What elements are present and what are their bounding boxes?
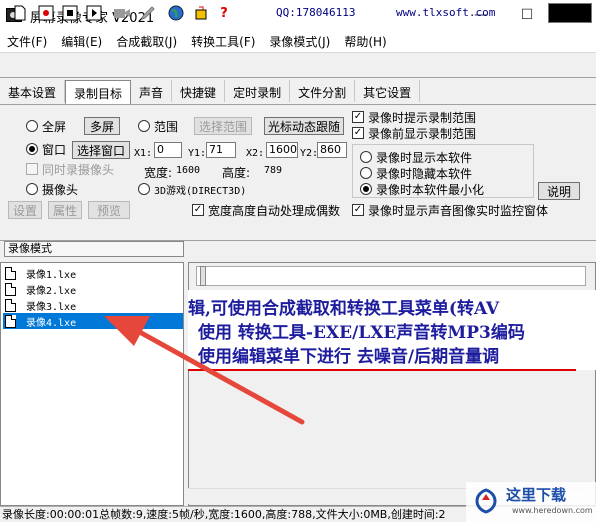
explain-button[interactable]: 说明 bbox=[538, 182, 580, 200]
menu-file[interactable]: 文件(F) bbox=[0, 30, 54, 52]
pen-icon[interactable] bbox=[138, 3, 158, 23]
camera-radio[interactable] bbox=[26, 183, 38, 195]
menu-record-mode[interactable]: 录像模式(J) bbox=[262, 30, 337, 52]
show-software-radio[interactable] bbox=[360, 151, 372, 163]
auto-even-checkbox[interactable]: ✓ bbox=[192, 204, 204, 216]
camera-sync-checkbox[interactable] bbox=[26, 163, 38, 175]
audio-monitor-label: 录像时显示声音图像实时监控窗体 bbox=[368, 204, 549, 218]
y1-label: Y1: bbox=[188, 148, 207, 159]
show-before-label: 录像前显示录制范围 bbox=[368, 127, 477, 141]
hide-software-radio[interactable] bbox=[360, 167, 372, 179]
record-mode-tab[interactable]: 录像模式 bbox=[4, 241, 184, 257]
tab-sound[interactable]: 声音 bbox=[131, 80, 173, 102]
x1-label: X1: bbox=[134, 148, 153, 159]
menu-help[interactable]: 帮助(H) bbox=[337, 30, 393, 52]
watermark-logo-icon bbox=[475, 488, 497, 514]
annotation-arrow bbox=[104, 316, 305, 425]
width-label: 宽度: bbox=[144, 166, 173, 180]
auto-even-label: 宽度高度自动处理成偶数 bbox=[208, 204, 341, 218]
stop-icon[interactable] bbox=[60, 3, 80, 23]
tab-strip: 基本设置 录制目标 声音 快捷键 定时录制 文件分割 其它设置 bbox=[0, 80, 596, 104]
qq-label: QQ:178046113 bbox=[276, 6, 356, 19]
camera-sync-label: 同时录摄像头 bbox=[42, 163, 115, 177]
hint-range-checkbox[interactable]: ✓ bbox=[352, 111, 364, 123]
tab-record-target[interactable]: 录制目标 bbox=[65, 80, 132, 104]
maximize-button[interactable]: ☐ bbox=[504, 0, 550, 30]
tab-file-split[interactable]: 文件分割 bbox=[290, 80, 356, 102]
file-name: 录像1.lxe bbox=[26, 269, 77, 281]
y1-field[interactable]: 71 bbox=[206, 142, 236, 158]
select-window-button[interactable]: 选择窗口 bbox=[72, 141, 130, 159]
window-label: 窗口 bbox=[42, 143, 67, 157]
watermark-title: 这里下载 bbox=[506, 486, 567, 504]
menu-edit[interactable]: 编辑(E) bbox=[54, 30, 109, 52]
globe-icon[interactable] bbox=[166, 3, 186, 23]
play-icon[interactable] bbox=[84, 3, 104, 23]
playback-slider[interactable] bbox=[196, 266, 586, 286]
file-name: 录像3.lxe bbox=[26, 301, 77, 313]
hint-range-label: 录像时提示录制范围 bbox=[368, 111, 477, 125]
tab-other-settings[interactable]: 其它设置 bbox=[355, 80, 421, 102]
record-status-indicator bbox=[548, 3, 592, 23]
record-icon[interactable] bbox=[36, 3, 56, 23]
show-software-label: 录像时显示本软件 bbox=[376, 151, 473, 165]
preview-button[interactable]: 预览 bbox=[88, 201, 130, 219]
slider-thumb[interactable] bbox=[200, 266, 206, 286]
cursor-follow-button[interactable]: 光标动态跟随 bbox=[264, 117, 344, 135]
menu-convert[interactable]: 转换工具(F) bbox=[184, 30, 262, 52]
settings-button[interactable]: 设置 bbox=[8, 201, 42, 219]
paint-icon[interactable] bbox=[192, 3, 212, 23]
show-before-checkbox[interactable]: ✓ bbox=[352, 127, 364, 139]
y2-label: Y2: bbox=[300, 148, 319, 159]
tab-scheduled-record[interactable]: 定时录制 bbox=[225, 80, 291, 102]
toolbar bbox=[0, 52, 596, 78]
x2-field[interactable]: 1600 bbox=[266, 142, 298, 158]
range-radio[interactable] bbox=[138, 120, 150, 132]
new-file-icon[interactable] bbox=[10, 3, 30, 23]
select-range-button[interactable]: 选择范围 bbox=[194, 117, 252, 135]
game3d-label: 3D游戏(DIRECT3D) bbox=[154, 186, 247, 197]
document-icon bbox=[5, 314, 16, 328]
file-name: 录像2.lxe bbox=[26, 285, 77, 297]
camera-label: 摄像头 bbox=[42, 183, 79, 197]
fullscreen-radio[interactable] bbox=[26, 120, 38, 132]
minimize-software-radio[interactable] bbox=[360, 183, 372, 195]
menu-compose[interactable]: 合成截取(J) bbox=[109, 30, 184, 52]
x2-label: X2: bbox=[246, 148, 265, 159]
y2-field[interactable]: 860 bbox=[317, 142, 347, 158]
camera-icon[interactable] bbox=[112, 3, 132, 23]
x1-field[interactable]: 0 bbox=[154, 142, 182, 158]
width-value: 1600 bbox=[176, 165, 201, 176]
help-icon[interactable]: ? bbox=[214, 3, 234, 23]
properties-button[interactable]: 属性 bbox=[48, 201, 82, 219]
file-name: 录像4.lxe bbox=[26, 317, 77, 329]
game3d-radio[interactable] bbox=[138, 183, 150, 195]
height-value: 789 bbox=[264, 165, 283, 176]
range-label: 范围 bbox=[154, 120, 179, 134]
watermark-url: www.heredown.com bbox=[512, 506, 593, 515]
multiscreen-button[interactable]: 多屏 bbox=[84, 117, 120, 135]
website-label[interactable]: www.tlxsoft.com bbox=[396, 6, 495, 19]
list-item[interactable]: 录像1.lxe bbox=[3, 265, 183, 281]
tab-hotkeys[interactable]: 快捷键 bbox=[172, 80, 226, 102]
minimize-software-label: 录像时本软件最小化 bbox=[376, 183, 485, 197]
document-icon bbox=[5, 298, 16, 312]
document-icon bbox=[5, 282, 16, 296]
fullscreen-label: 全屏 bbox=[42, 120, 67, 134]
height-label: 高度: bbox=[222, 166, 251, 180]
document-icon bbox=[5, 266, 16, 280]
menu-bar: 文件(F) 编辑(E) 合成截取(J) 转换工具(F) 录像模式(J) 帮助(H… bbox=[0, 30, 596, 52]
window-radio[interactable] bbox=[26, 143, 38, 155]
watermark: 这里下载 www.heredown.com bbox=[466, 482, 596, 522]
hide-software-label: 录像时隐藏本软件 bbox=[376, 167, 473, 181]
tab-basic-settings[interactable]: 基本设置 bbox=[0, 80, 66, 102]
list-item[interactable]: 录像2.lxe bbox=[3, 281, 183, 297]
audio-monitor-checkbox[interactable]: ✓ bbox=[352, 204, 364, 216]
